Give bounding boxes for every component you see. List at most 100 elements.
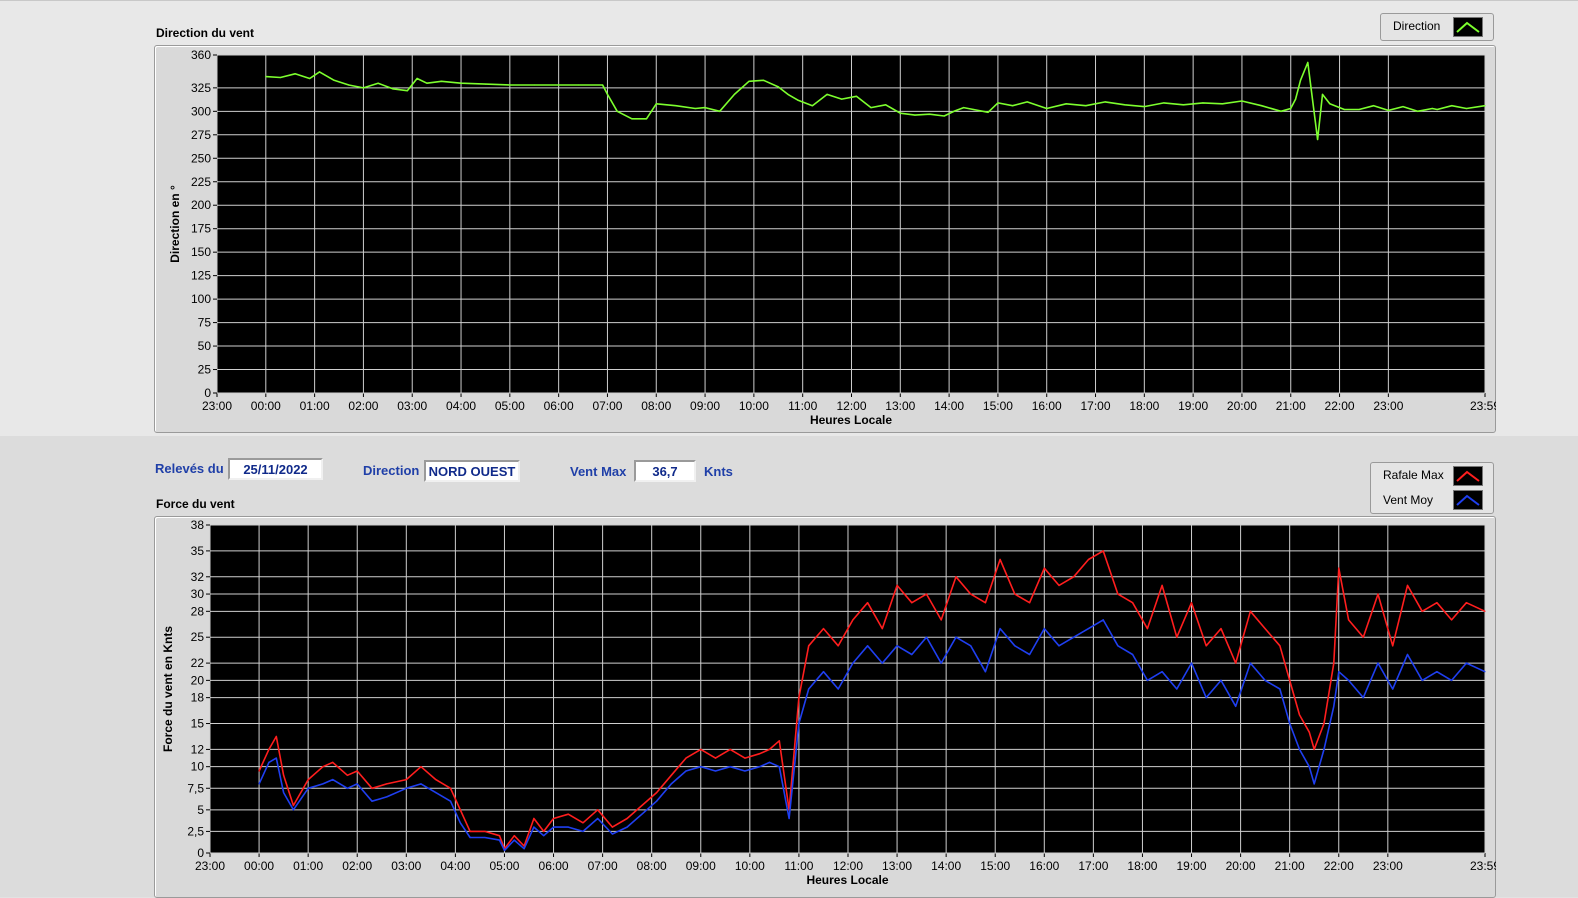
force-point (656, 792, 658, 794)
force-point (552, 817, 555, 820)
force-point (1087, 558, 1090, 561)
direction-field[interactable]: NORD OUEST (424, 460, 520, 482)
direction-xtick-label: 16:00 (1032, 399, 1062, 413)
moy-legend-line-icon (1456, 494, 1480, 506)
force-point (1146, 679, 1148, 681)
force-point (1279, 688, 1281, 690)
direction-point (1241, 100, 1243, 102)
force-point (1436, 671, 1438, 673)
force-point (346, 787, 348, 789)
direction-point (1484, 105, 1486, 107)
direction-point (870, 107, 872, 109)
force-point (685, 757, 687, 759)
rafale-legend-swatch[interactable] (1453, 466, 1483, 486)
force-point (925, 593, 928, 595)
direction-xlabel: Heures Locale (810, 413, 892, 427)
force-point (1338, 671, 1340, 673)
ventmax-field[interactable]: 36,7 (634, 460, 696, 482)
direction-chart-title: Direction du vent (156, 26, 255, 40)
direction-xtick-label: 15:00 (983, 399, 1013, 413)
force-ytick-label: 20 (191, 673, 205, 687)
force-point (970, 593, 972, 595)
direction-ytick-label: 175 (191, 222, 211, 236)
direction-point (1046, 107, 1048, 110)
force-point (459, 822, 461, 824)
direction-xtick-label: 01:00 (300, 399, 330, 413)
direction-xtick-label: 12:00 (836, 399, 866, 413)
force-point (759, 766, 761, 768)
force-legend[interactable]: Rafale Max Vent Moy (1370, 462, 1494, 514)
force-point (768, 748, 771, 750)
force-point (611, 833, 613, 835)
direction-ytick-label: 75 (198, 316, 212, 330)
direction-ytick-label: 200 (191, 198, 211, 212)
direction-point (1280, 110, 1282, 112)
force-ytick-label: 0 (197, 846, 204, 860)
force-point (484, 830, 486, 832)
direction-point (1124, 104, 1126, 106)
force-point (1308, 731, 1310, 733)
force-point (523, 848, 525, 850)
date-field[interactable]: 25/11/2022 (228, 458, 323, 480)
direction-xtick-label: 19:00 (1178, 399, 1208, 413)
direction-point (655, 103, 657, 105)
force-point (867, 602, 869, 604)
direction-ytick-label: 125 (191, 269, 211, 283)
direction-legend[interactable]: Direction (1380, 13, 1494, 41)
direction-point (602, 84, 604, 86)
direction-point (294, 73, 296, 75)
moy-legend-swatch[interactable] (1453, 490, 1483, 510)
direction-legend-swatch[interactable] (1453, 17, 1483, 37)
direction-xtick-label: 23:00 (202, 399, 232, 413)
force-point (1421, 610, 1423, 612)
direction-point (426, 82, 428, 84)
force-chart[interactable]: 23:00 00:00 01:00 02:00 03:00 04:00 05:00 06:00… (154, 516, 1496, 897)
force-point (881, 662, 883, 664)
direction-chart[interactable]: 23:00 00:00 01:00 02:00 03:00 04:00 05:00 06:00… (154, 45, 1496, 433)
force-point (1406, 584, 1409, 586)
force-point (1362, 636, 1364, 638)
direction-point (1299, 79, 1302, 81)
ventmax-unit: Knts (704, 464, 733, 479)
force-point (275, 735, 277, 738)
force-point (292, 809, 294, 811)
force-point (1176, 636, 1178, 638)
force-point (822, 671, 825, 673)
direction-point (265, 76, 267, 78)
date-label: Relevés du (155, 461, 224, 476)
force-point (714, 757, 717, 759)
force-point (1392, 688, 1394, 690)
force-point (1289, 722, 1291, 725)
direction-point (1221, 103, 1223, 105)
force-xtick-label: 07:00 (588, 859, 618, 873)
force-point (626, 826, 628, 828)
direction-point (1260, 105, 1263, 107)
direction-point (377, 82, 379, 84)
force-ytick-label: 32 (191, 570, 205, 584)
force-point (1073, 576, 1075, 578)
direction-point (826, 93, 828, 95)
force-xtick-label: 02:00 (342, 859, 372, 873)
force-ytick-label: 18 (191, 691, 205, 705)
force-point (1392, 645, 1394, 647)
direction-point (558, 84, 560, 86)
direction-ytick-label: 360 (191, 48, 211, 62)
force-point (778, 766, 780, 768)
force-ytick-label: 5 (197, 803, 204, 817)
direction-xtick-label: 22:00 (1325, 399, 1355, 413)
force-point (714, 770, 717, 772)
direction-point (1321, 93, 1324, 95)
force-point (567, 826, 569, 828)
moy-legend-label: Vent Moy (1383, 493, 1434, 507)
direction-xtick-label: 18:00 (1129, 399, 1159, 413)
direction-xtick-label: 02:00 (348, 399, 378, 413)
force-point (1348, 679, 1350, 681)
direction-point (1329, 103, 1331, 105)
force-ytick-label: 7,5 (187, 781, 204, 795)
direction-point (509, 84, 511, 86)
force-point (332, 761, 334, 763)
force-point (1190, 602, 1193, 604)
force-point (1451, 619, 1453, 621)
direction-point (1290, 107, 1292, 110)
direction-xtick-label: 21:00 (1276, 399, 1306, 413)
